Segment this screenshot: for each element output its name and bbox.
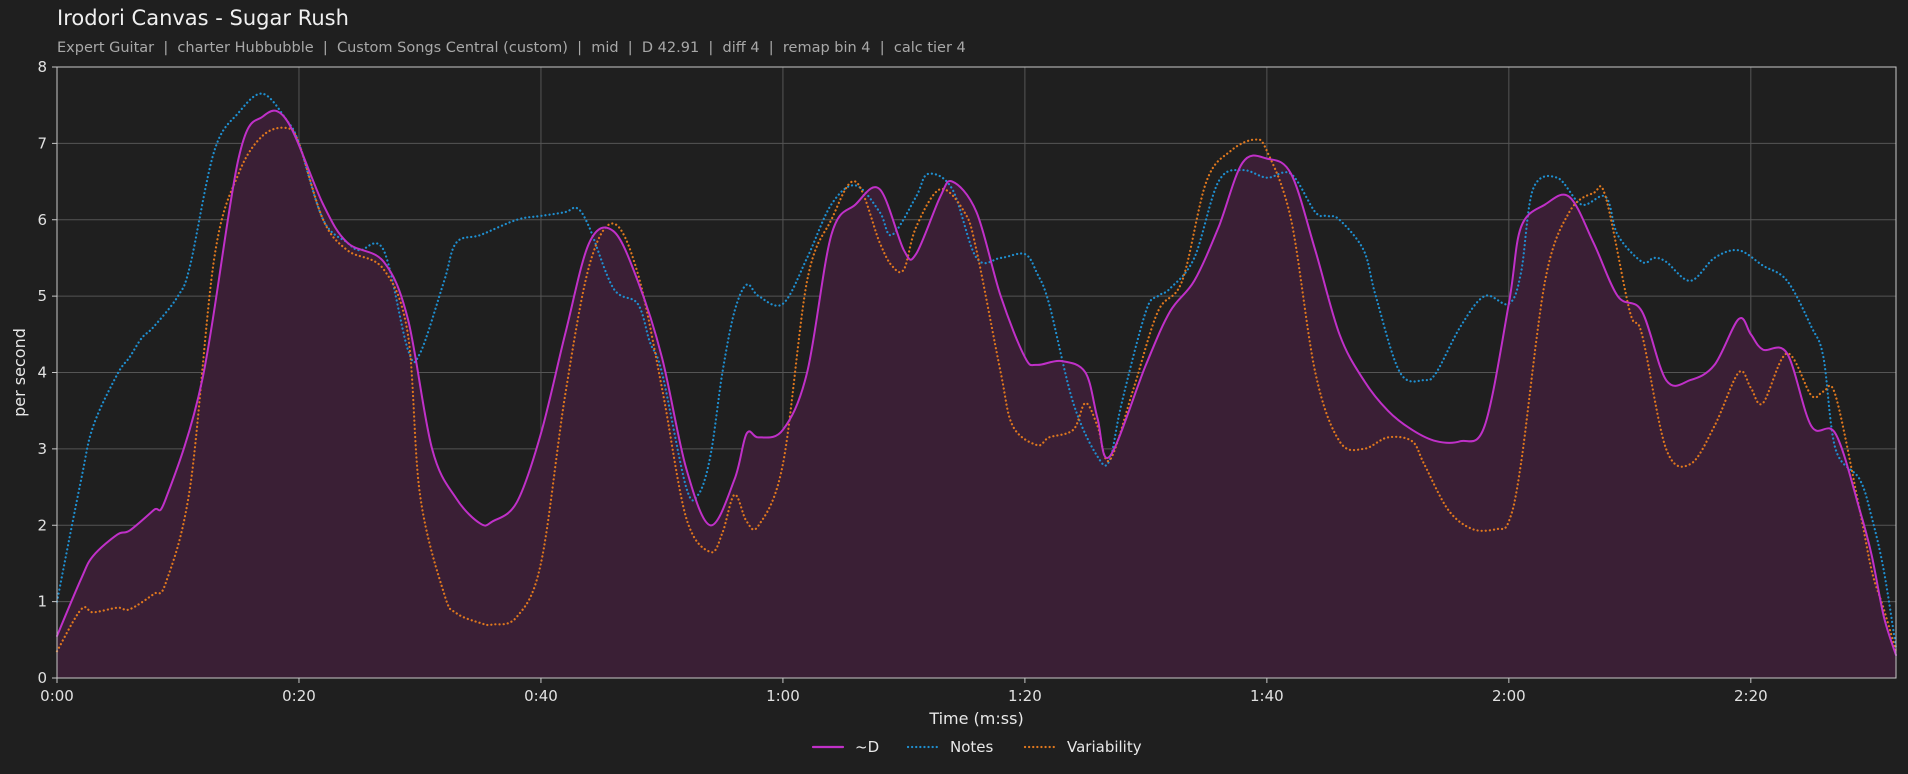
x-tick-label: 0:00: [40, 687, 74, 705]
legend-label: Variability: [1067, 738, 1142, 756]
x-tick-label: 1:00: [766, 687, 800, 705]
x-tick-label: 1:20: [1008, 687, 1042, 705]
y-tick-label: 8: [37, 58, 47, 76]
y-tick-label: 4: [37, 364, 47, 382]
y-tick-label: 6: [37, 211, 47, 229]
y-tick-label: 1: [37, 593, 47, 611]
y-tick-label: 0: [37, 669, 47, 687]
y-tick-label: 5: [37, 287, 47, 305]
legend-label: Notes: [950, 738, 994, 756]
x-tick-label: 0:20: [282, 687, 316, 705]
y-axis-label: per second: [10, 328, 29, 417]
x-axis-label: Time (m:ss): [928, 709, 1023, 728]
line-chart: 0:00 0:20 0:40 1:00 1:20 1:40 2:00 2:20 0 1 2 3 4 5 6 7…: [10, 58, 1898, 756]
x-tick-label: 2:20: [1734, 687, 1768, 705]
y-tick-label: 2: [37, 516, 47, 534]
legend-label: ~D: [855, 738, 879, 756]
y-tick-label: 7: [37, 134, 47, 152]
x-tick-label: 2:00: [1492, 687, 1526, 705]
y-tick-label: 3: [37, 440, 47, 458]
x-tick-label: 1:40: [1250, 687, 1284, 705]
x-tick-label: 0:40: [524, 687, 558, 705]
legend: ~D Notes Variability: [811, 738, 1142, 756]
